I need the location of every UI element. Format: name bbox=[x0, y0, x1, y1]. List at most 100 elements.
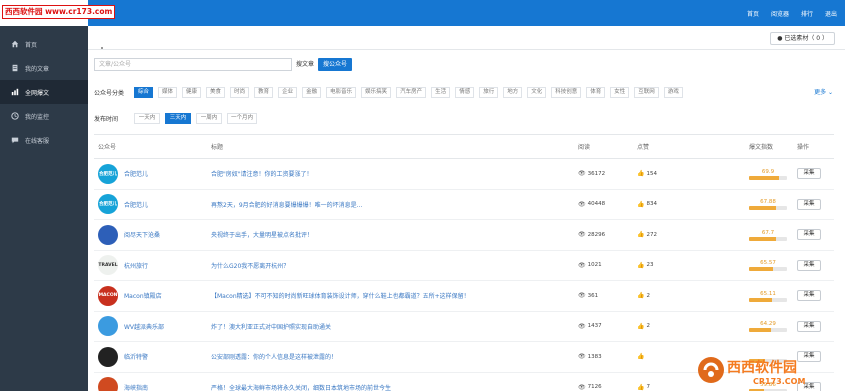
collect-button[interactable]: 采集 bbox=[797, 259, 821, 271]
category-chip[interactable]: 娱乐搞笑 bbox=[361, 86, 392, 98]
collect-button[interactable]: 采集 bbox=[797, 168, 821, 180]
article-title-link[interactable]: 【Macon精选】不可不知的时尚新旺球体育装饰设计师，穿什么鞋上也都霸道？五所+… bbox=[211, 293, 470, 300]
category-chip[interactable]: 教育 bbox=[254, 86, 274, 98]
header-reads[interactable]: 阅读 bbox=[578, 142, 637, 151]
index-bar bbox=[749, 267, 787, 272]
collect-button[interactable]: 采集 bbox=[797, 290, 821, 302]
category-chip[interactable]: 企业 bbox=[278, 86, 298, 98]
likes-cell: 👍 2 bbox=[637, 292, 749, 299]
topnav-home[interactable]: 首页 bbox=[747, 9, 759, 18]
article-title-link[interactable]: 炸了！澳大利亚正式对中国护照实现自助通关 bbox=[211, 324, 331, 331]
index-bar-fill bbox=[749, 267, 773, 272]
sidebar: 首页 我的文章 全网爆文 我的监控 在线客服 bbox=[0, 26, 88, 391]
sidebar-item-support[interactable]: 在线客服 bbox=[0, 128, 88, 152]
header-likes[interactable]: 点赞 bbox=[637, 142, 749, 151]
time-chip[interactable]: 一个月内 bbox=[227, 112, 258, 124]
likes-value: 23 bbox=[646, 262, 654, 269]
category-chip[interactable]: 汽车房产 bbox=[396, 86, 427, 98]
account-cell: 阅尽天下沧桑 bbox=[94, 224, 207, 245]
account-name[interactable]: 临沂特警 bbox=[124, 352, 148, 361]
category-chip[interactable]: 金融 bbox=[302, 86, 322, 98]
category-chip[interactable]: 互联网 bbox=[634, 86, 659, 98]
category-chip[interactable]: 综合 bbox=[134, 86, 154, 98]
index-bar-fill bbox=[749, 328, 771, 333]
account-cell: WV越派典乐部 bbox=[94, 316, 207, 337]
search-input[interactable] bbox=[94, 58, 292, 71]
index-bar bbox=[749, 328, 787, 333]
header-action: 操作 bbox=[797, 144, 810, 151]
selected-material-button[interactable]: ● 已选素材（ 0 ） bbox=[770, 32, 835, 45]
account-name[interactable]: 杭州旅行 bbox=[124, 261, 148, 270]
sidebar-item-home[interactable]: 首页 bbox=[0, 32, 88, 56]
topnav-reader[interactable]: 阅览器 bbox=[771, 9, 789, 18]
search-articles-button[interactable]: 搜文章 bbox=[292, 58, 319, 71]
reads-cell: 👁 36172 bbox=[578, 170, 637, 177]
header-index[interactable]: 爆文指数 bbox=[749, 142, 797, 151]
avatar bbox=[98, 224, 118, 245]
avatar: 合肥范儿 bbox=[98, 194, 118, 215]
time-chip[interactable]: 三天内 bbox=[165, 112, 191, 124]
more-categories-link[interactable]: 更多 ⌄ bbox=[814, 87, 833, 96]
category-chip[interactable]: 旅行 bbox=[479, 86, 499, 98]
likes-cell: 👍 834 bbox=[637, 201, 749, 208]
index-value: 64.29 bbox=[760, 321, 776, 328]
account-name[interactable]: 合肥范儿 bbox=[124, 200, 148, 209]
sidebar-item-label: 在线客服 bbox=[25, 137, 50, 145]
sidebar-item-label: 我的文章 bbox=[25, 65, 50, 73]
collapse-dot bbox=[101, 47, 103, 49]
reads-value: 40448 bbox=[587, 201, 606, 208]
title-cell: 【Macon精选】不可不知的时尚新旺球体育装饰设计师，穿什么鞋上也都霸道？五所+… bbox=[207, 291, 578, 300]
collect-button[interactable]: 采集 bbox=[797, 320, 821, 332]
category-chip[interactable]: 科技创意 bbox=[551, 86, 582, 98]
article-title-link[interactable]: 为什么G20我不愿离开杭州？ bbox=[211, 263, 289, 270]
avatar: MACON bbox=[98, 285, 118, 306]
title-cell: 炸了！澳大利亚正式对中国护照实现自助通关 bbox=[207, 322, 578, 331]
time-chip[interactable]: 一天内 bbox=[134, 112, 160, 124]
category-chip[interactable]: 女性 bbox=[610, 86, 630, 98]
category-chip[interactable]: 体育 bbox=[586, 86, 606, 98]
time-chip[interactable]: 一周内 bbox=[196, 112, 222, 124]
sidebar-item-my-articles[interactable]: 我的文章 bbox=[0, 56, 88, 80]
collect-button[interactable]: 采集 bbox=[797, 198, 821, 210]
article-title-link[interactable]: 严格！全球最大海鲜市场将永久关闭，细数日本筑地市场的前世今生 bbox=[211, 385, 391, 391]
category-chip[interactable]: 健康 bbox=[182, 86, 202, 98]
topnav-logout[interactable]: 退出 bbox=[825, 9, 837, 18]
category-chip[interactable]: 美食 bbox=[206, 86, 226, 98]
account-name[interactable]: 合肥范儿 bbox=[124, 169, 148, 178]
topnav-ranking[interactable]: 排行 bbox=[801, 9, 813, 18]
article-title-link[interactable]: 公安部刚透露：你的个人信息是这样被泄露的！ bbox=[211, 354, 337, 361]
collect-button[interactable]: 采集 bbox=[797, 229, 821, 241]
article-title-link[interactable]: 再熬2天，9月合肥的好消息要爆爆爆！唯一的坏消息是… bbox=[211, 202, 363, 209]
index-bar-fill bbox=[749, 206, 777, 211]
content-header: ● 已选素材（ 0 ） bbox=[88, 26, 845, 50]
category-chip[interactable]: 游戏 bbox=[663, 86, 683, 98]
article-title-link[interactable]: 央视终于出手，大量明星被点名批评！ bbox=[211, 232, 313, 239]
category-chip[interactable]: 生活 bbox=[431, 86, 451, 98]
sidebar-item-hot-articles[interactable]: 全网爆文 bbox=[0, 80, 88, 104]
account-name[interactable]: 海峡指南 bbox=[124, 383, 148, 391]
index-bar-fill bbox=[749, 175, 780, 180]
account-name[interactable]: Macon镇殿店 bbox=[124, 291, 162, 300]
category-chip[interactable]: 情感 bbox=[455, 86, 475, 98]
category-chip[interactable]: 文化 bbox=[527, 86, 547, 98]
account-name[interactable]: 阅尽天下沧桑 bbox=[124, 230, 160, 239]
category-chip[interactable]: 地方 bbox=[503, 86, 523, 98]
likes-cell: 👍 272 bbox=[637, 231, 749, 238]
account-name[interactable]: WV越派典乐部 bbox=[124, 322, 164, 331]
category-chip[interactable]: 媒体 bbox=[158, 86, 178, 98]
article-title-link[interactable]: 合肥"房奴"请注意！你的工资要涨了！ bbox=[211, 171, 313, 178]
eye-icon: 👁 bbox=[578, 292, 586, 300]
sidebar-item-monitor[interactable]: 我的监控 bbox=[0, 104, 88, 128]
thumbs-up-icon: 👍 bbox=[637, 170, 645, 178]
reads-cell: 👁 1383 bbox=[578, 353, 637, 360]
title-cell: 合肥"房奴"请注意！你的工资要涨了！ bbox=[207, 169, 578, 178]
action-cell: 采集 bbox=[797, 198, 834, 210]
likes-value: 154 bbox=[646, 170, 657, 177]
likes-cell: 👍 154 bbox=[637, 170, 749, 177]
avatar bbox=[98, 346, 118, 367]
category-chip[interactable]: 时尚 bbox=[230, 86, 250, 98]
site-logo[interactable]: 西西软件园 www.cr173.com bbox=[2, 5, 116, 19]
top-bar: 西西软件园 www.cr173.com 首页 阅览器 排行 退出 bbox=[0, 0, 845, 26]
search-accounts-button[interactable]: 搜公众号 bbox=[318, 58, 353, 71]
category-chip[interactable]: 电影音乐 bbox=[326, 86, 357, 98]
